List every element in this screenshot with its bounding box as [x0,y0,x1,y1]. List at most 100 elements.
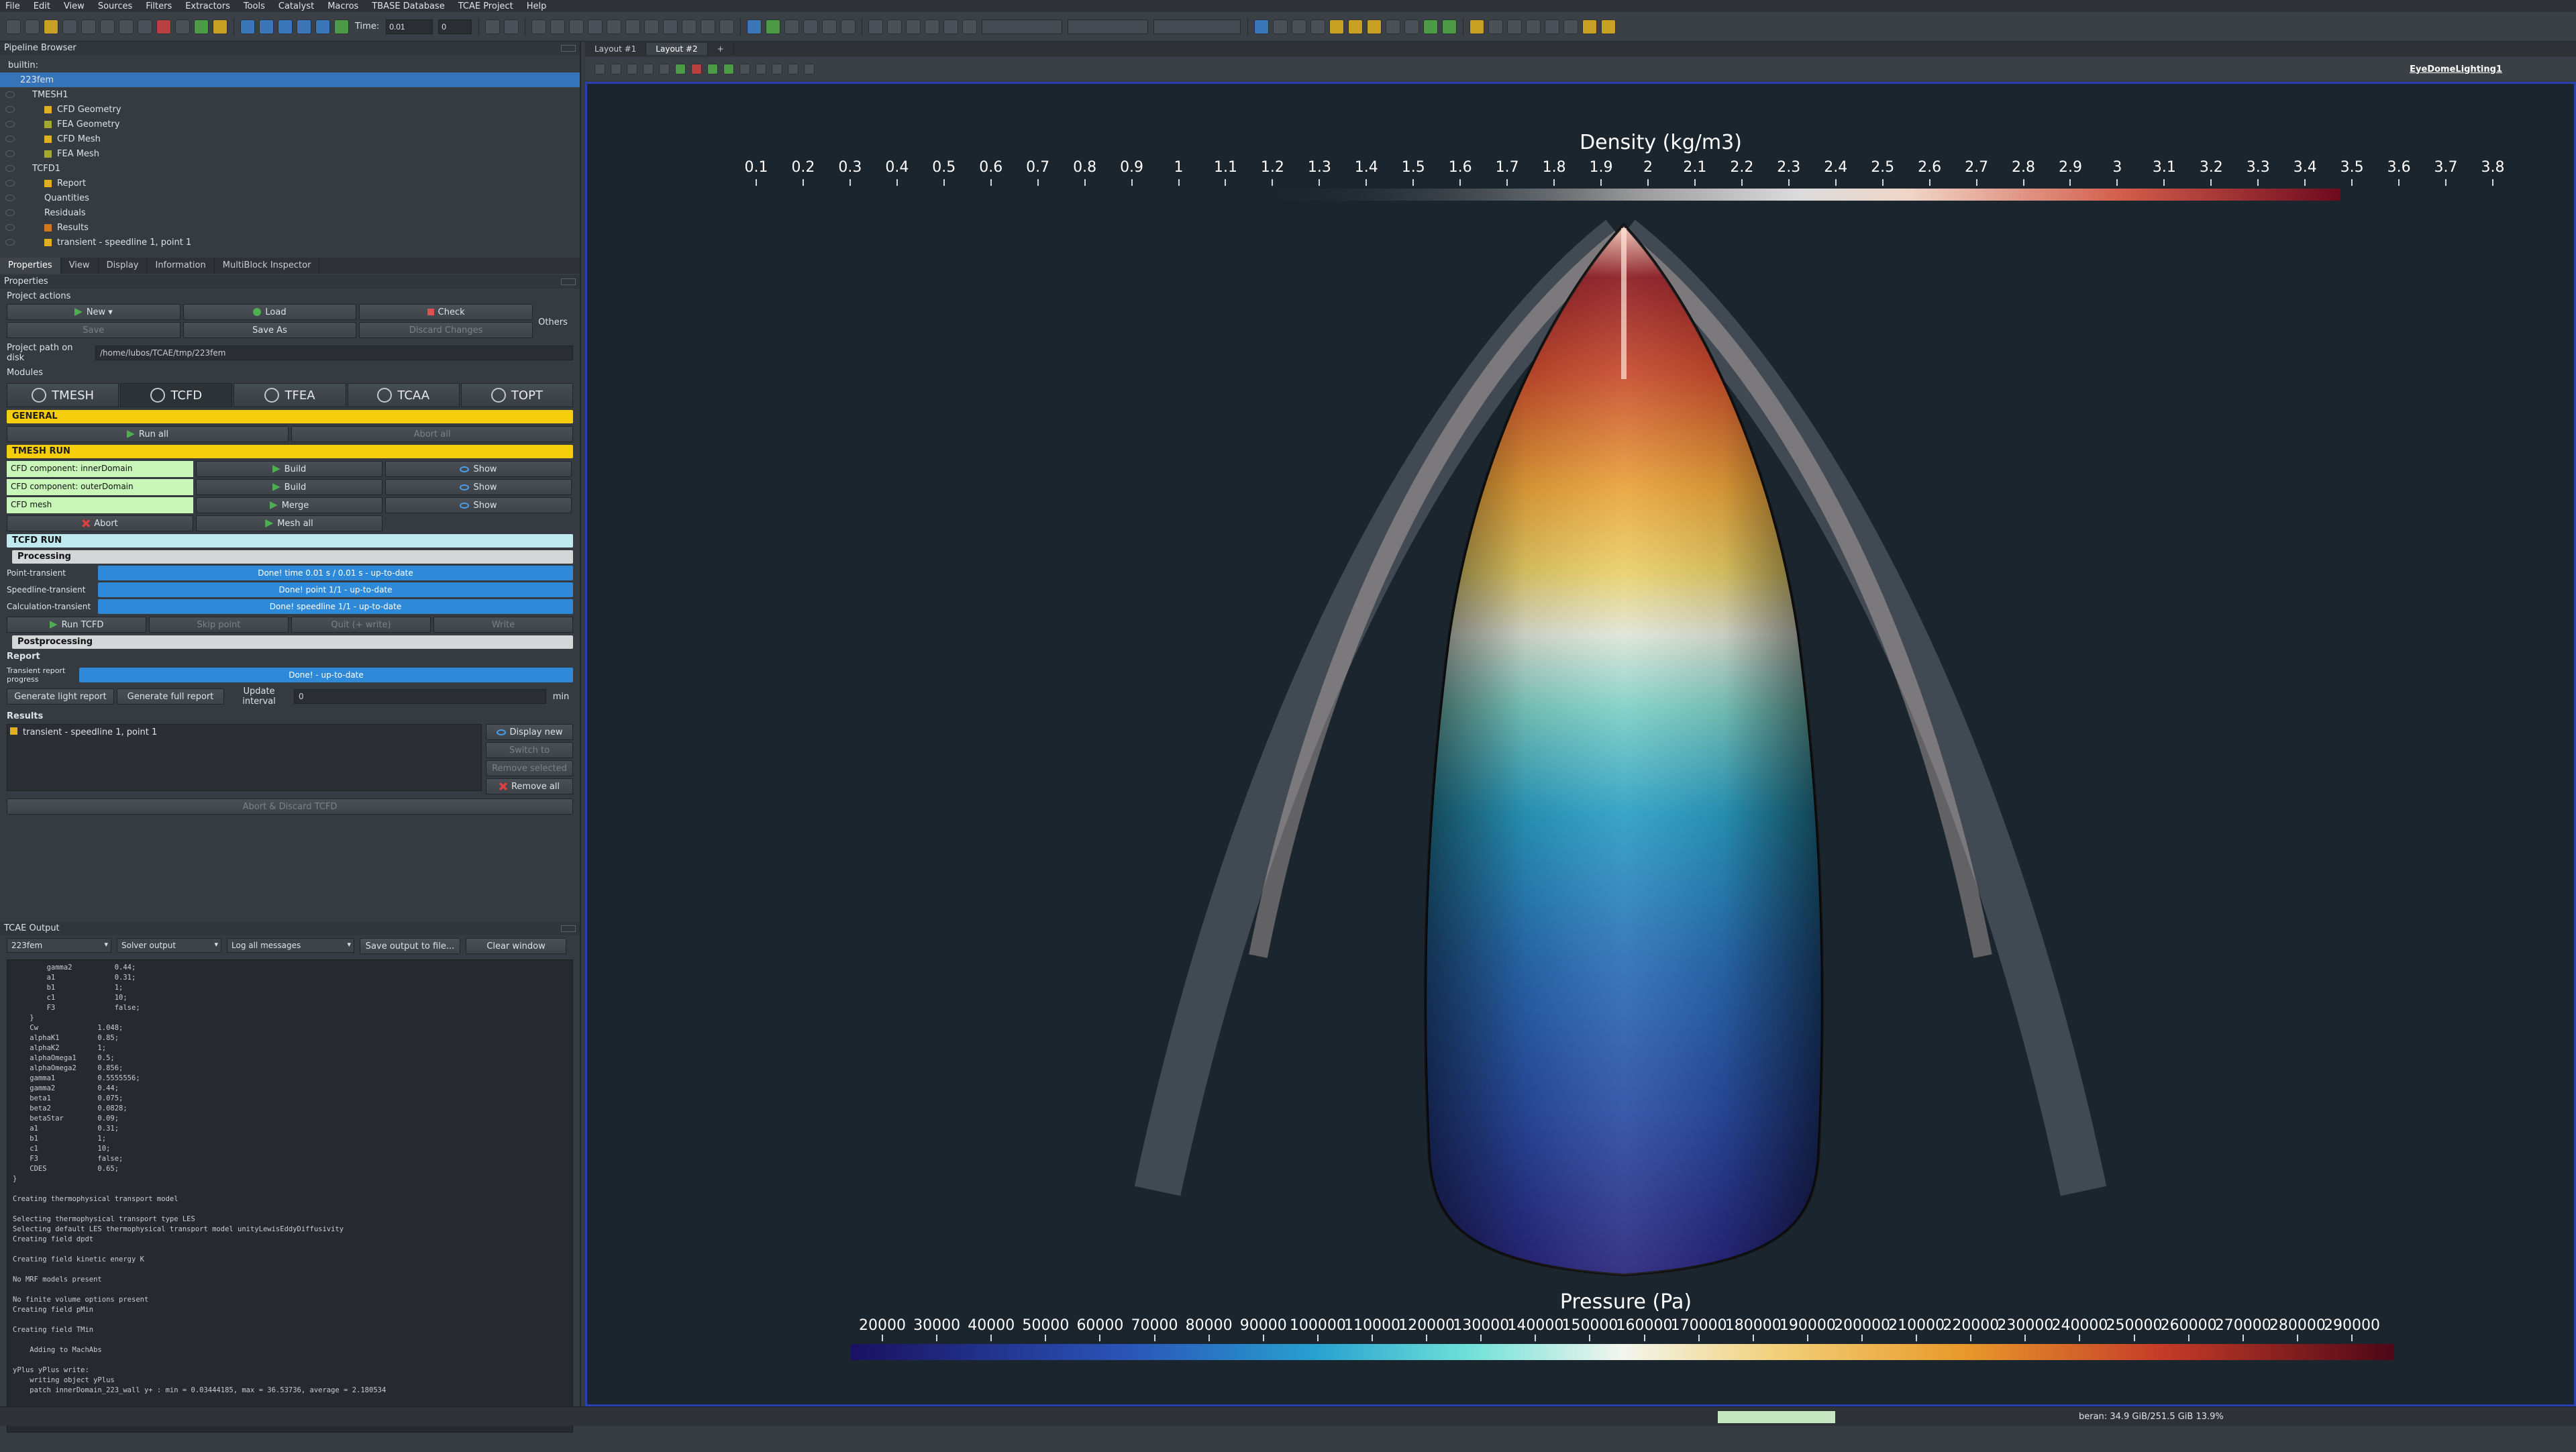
rescale-visible-icon[interactable] [803,19,819,34]
check-button[interactable]: Check [359,304,533,320]
custom-range-icon[interactable] [784,19,800,34]
toggle-2d-icon[interactable] [643,64,654,74]
connect-icon[interactable] [62,19,77,34]
representation-combo[interactable] [982,19,1063,34]
module-tab-tcaa[interactable]: TCAA [347,383,460,407]
pipeline-item[interactable]: FEA Geometry [0,117,580,132]
menu-sources[interactable]: Sources [98,1,132,11]
dock-icon[interactable] [561,278,576,285]
stream-tracer-icon[interactable] [663,19,678,34]
key-icon[interactable] [1601,19,1616,34]
build-button[interactable]: Build [196,461,382,477]
load-state-icon[interactable] [44,19,58,34]
others-label[interactable]: Others [533,304,573,340]
select-polygon-icon[interactable] [1310,19,1326,34]
edit-color-icon[interactable] [841,19,856,34]
eye-icon[interactable] [5,195,15,201]
component-combo[interactable] [1153,19,1241,34]
auto-apply-icon[interactable] [194,19,209,34]
skip-point-button[interactable]: Skip point [149,617,289,633]
reset-view-icon[interactable] [627,64,637,74]
show-button[interactable]: Show [385,479,572,495]
remove-selected-button[interactable]: Remove selected [486,760,573,776]
eye-icon[interactable] [5,180,15,187]
module-tab-tmesh[interactable]: TMESH [7,383,119,407]
general-header[interactable]: GENERAL [7,410,573,423]
discard-changes-button[interactable]: Discard Changes [359,322,533,338]
select-cells-icon[interactable] [1292,19,1307,34]
pick-center-icon[interactable] [1386,19,1401,34]
center-axes-icon[interactable] [1367,19,1382,34]
spreadsheet-icon[interactable] [1488,19,1504,34]
calculator-icon[interactable] [531,19,547,34]
clip-icon[interactable] [569,19,584,34]
tab-multiblock-inspector[interactable]: MultiBlock Inspector [215,258,320,274]
macros-icon[interactable] [1545,19,1560,34]
dock-icon[interactable] [561,925,576,932]
group-icon[interactable] [701,19,716,34]
tab-information[interactable]: Information [147,258,215,274]
pipeline-item[interactable]: builtin: [0,58,580,72]
extract-level-icon[interactable] [719,19,735,34]
output-type-combo[interactable]: Solver output [117,938,221,953]
grow-selection-icon[interactable] [772,64,782,74]
write-button[interactable]: Write [433,617,573,633]
pipeline-item[interactable]: TMESH1 [0,87,580,102]
pipeline-item[interactable]: transient - speedline 1, point 1 [0,235,580,250]
view-y-minus-icon[interactable] [943,19,959,34]
select-block-icon[interactable] [723,64,734,74]
help-icon[interactable] [100,19,115,34]
shrink-selection-icon[interactable] [788,64,798,74]
eye-dome-lighting-link[interactable]: EyeDomeLighting1 [2410,64,2502,74]
eye-icon[interactable] [5,209,15,216]
disconnect-icon[interactable] [81,19,96,34]
pipeline-item[interactable]: Report [0,176,580,191]
show-button[interactable]: Show [385,461,572,477]
loop-icon[interactable] [334,19,349,34]
hover-cells-icon[interactable] [756,64,766,74]
output-log[interactable]: gamma2 0.44; a1 0.31; b1 1; c1 10; F3 fa… [7,960,573,1433]
eye-icon[interactable] [5,106,15,113]
results-list[interactable]: transient - speedline 1, point 1 [7,724,482,791]
menu-tbase-database[interactable]: TBASE Database [372,1,444,11]
load-button[interactable]: Load [183,304,357,320]
menu-help[interactable]: Help [527,1,547,11]
menu-extractors[interactable]: Extractors [185,1,230,11]
run-all-button[interactable]: Run all [7,426,289,442]
hover-points-icon[interactable] [739,64,750,74]
menu-catalyst[interactable]: Catalyst [278,1,314,11]
dock-icon[interactable] [561,45,576,52]
eye-icon[interactable] [5,150,15,157]
pipeline-item[interactable]: FEA Mesh [0,146,580,161]
camera-undo-icon[interactable] [156,19,171,34]
eye-icon[interactable] [5,224,15,231]
reset-camera-icon[interactable] [868,19,884,34]
rotate-90-icon[interactable] [1404,19,1420,34]
rotate-cw-icon[interactable] [1423,19,1439,34]
view-x-plus-icon[interactable] [887,19,903,34]
layout-tab[interactable]: Layout #2 [646,43,708,55]
pipeline-item[interactable]: 223fem [0,72,580,87]
layout-tab[interactable]: Layout #1 [585,43,647,55]
color-map-icon[interactable] [747,19,762,34]
pipeline-item[interactable]: Quantities [0,191,580,205]
last-frame-icon[interactable] [315,19,330,34]
module-tab-tfea[interactable]: TFEA [234,383,346,407]
pipeline-item[interactable]: Residuals [0,205,580,220]
processing-header[interactable]: Processing [12,550,573,564]
module-tab-topt[interactable]: TOPT [460,383,574,407]
tab-properties[interactable]: Properties [0,258,61,274]
result-item[interactable]: transient - speedline 1, point 1 [23,727,157,737]
build-button[interactable]: Merge [196,497,382,513]
previous-frame-icon[interactable] [259,19,274,34]
pipeline-item[interactable]: TCFD1 [0,161,580,176]
generate-light-report-button[interactable]: Generate light report [7,688,114,705]
render-view[interactable]: Density (kg/m3) 0.1 0.2 0.3 0.4 0.5 0.6 0.7 0.8… [585,82,2576,1406]
menu-edit[interactable]: Edit [34,1,50,11]
python-icon[interactable] [213,19,227,34]
play-icon[interactable] [278,19,293,34]
tab-view[interactable]: View [61,258,99,274]
update-interval-field[interactable]: 0 [294,689,546,704]
pipeline-item[interactable]: CFD Geometry [0,102,580,117]
save-state-icon[interactable] [25,19,40,34]
